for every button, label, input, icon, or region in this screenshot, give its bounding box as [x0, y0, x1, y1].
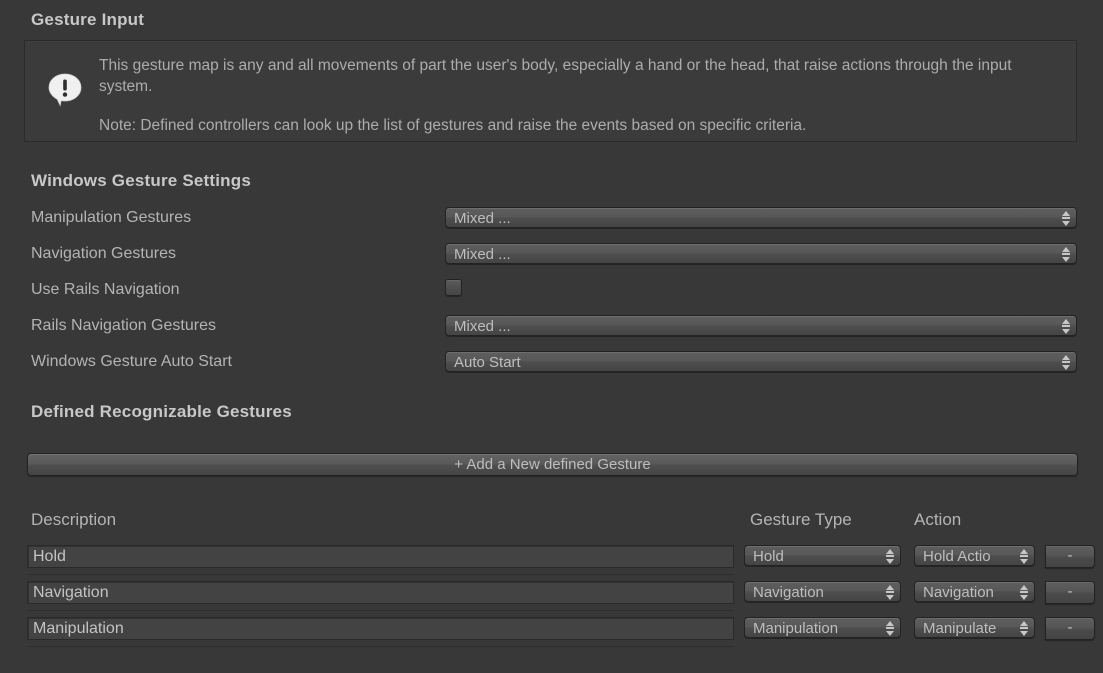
remove-gesture-button[interactable]: - — [1045, 581, 1095, 604]
windows-gesture-auto-start-value: Auto Start — [454, 353, 1056, 372]
defined-gestures-title: Defined Recognizable Gestures — [31, 402, 292, 422]
column-header-gesture-type: Gesture Type — [750, 510, 852, 530]
setting-row-manipulation-gestures: Manipulation Gestures Mixed ... — [31, 207, 1077, 231]
help-paragraph-1: This gesture map is any and all movement… — [99, 55, 1064, 97]
page-title: Gesture Input — [31, 10, 144, 30]
gesture-description-input[interactable]: Hold — [27, 545, 734, 568]
windows-gesture-settings-title: Windows Gesture Settings — [31, 171, 251, 191]
gesture-type-value: Manipulation — [753, 619, 880, 638]
setting-row-navigation-gestures: Navigation Gestures Mixed ... — [31, 243, 1077, 267]
navigation-gestures-dropdown[interactable]: Mixed ... — [445, 243, 1077, 264]
gesture-description-input[interactable]: Manipulation — [27, 617, 734, 640]
gesture-type-value: Hold — [753, 547, 880, 566]
updown-arrows-icon — [886, 585, 895, 600]
column-header-action: Action — [914, 510, 961, 530]
manipulation-gestures-dropdown[interactable]: Mixed ... — [445, 207, 1077, 228]
setting-row-rails-navigation-gestures: Rails Navigation Gestures Mixed ... — [31, 315, 1077, 339]
info-speech-bubble-icon — [47, 72, 83, 108]
updown-arrows-icon — [886, 621, 895, 636]
row-separator — [27, 574, 734, 575]
setting-label-rails-navigation-gestures: Rails Navigation Gestures — [31, 317, 216, 335]
updown-arrows-icon — [1020, 549, 1029, 564]
setting-label-navigation-gestures: Navigation Gestures — [31, 245, 176, 263]
manipulation-gestures-value: Mixed ... — [454, 209, 1056, 228]
gesture-action-dropdown[interactable]: Manipulate — [914, 617, 1035, 638]
rails-navigation-gestures-value: Mixed ... — [454, 317, 1056, 336]
updown-arrows-icon — [1062, 355, 1071, 370]
remove-gesture-button[interactable]: - — [1045, 545, 1095, 568]
add-new-defined-gesture-button[interactable]: + Add a New defined Gesture — [27, 453, 1078, 476]
setting-label-use-rails-navigation: Use Rails Navigation — [31, 281, 180, 299]
gesture-action-value: Navigation — [923, 583, 1014, 602]
rails-navigation-gestures-dropdown[interactable]: Mixed ... — [445, 315, 1077, 336]
navigation-gestures-value: Mixed ... — [454, 245, 1056, 264]
updown-arrows-icon — [1062, 247, 1071, 262]
gesture-action-dropdown[interactable]: Hold Actio — [914, 545, 1035, 566]
setting-label-windows-gesture-auto-start: Windows Gesture Auto Start — [31, 353, 232, 371]
gesture-description-input[interactable]: Navigation — [27, 581, 734, 604]
column-header-description: Description — [31, 510, 116, 530]
updown-arrows-icon — [1062, 319, 1071, 334]
updown-arrows-icon — [1062, 211, 1071, 226]
gesture-type-dropdown[interactable]: Manipulation — [744, 617, 901, 638]
updown-arrows-icon — [1020, 621, 1029, 636]
gesture-type-dropdown[interactable]: Hold — [744, 545, 901, 566]
table-row: Hold Hold Hold Actio - — [0, 541, 1103, 571]
use-rails-navigation-checkbox[interactable] — [445, 279, 462, 296]
updown-arrows-icon — [886, 549, 895, 564]
setting-row-windows-gesture-auto-start: Windows Gesture Auto Start Auto Start — [31, 351, 1077, 375]
windows-gesture-auto-start-dropdown[interactable]: Auto Start — [445, 351, 1077, 372]
help-paragraph-2: Note: Defined controllers can look up th… — [99, 115, 1064, 136]
gesture-type-value: Navigation — [753, 583, 880, 602]
gesture-action-value: Hold Actio — [923, 547, 1014, 566]
table-row: Manipulation Manipulation Manipulate - — [0, 613, 1103, 643]
gesture-action-dropdown[interactable]: Navigation — [914, 581, 1035, 602]
gesture-type-dropdown[interactable]: Navigation — [744, 581, 901, 602]
remove-gesture-button[interactable]: - — [1045, 617, 1095, 640]
row-separator — [27, 646, 734, 647]
setting-label-manipulation-gestures: Manipulation Gestures — [31, 209, 191, 227]
row-separator — [27, 610, 734, 611]
gesture-action-value: Manipulate — [923, 619, 1014, 638]
help-box: This gesture map is any and all movement… — [24, 40, 1077, 142]
updown-arrows-icon — [1020, 585, 1029, 600]
table-row: Navigation Navigation Navigation - — [0, 577, 1103, 607]
setting-row-use-rails-navigation: Use Rails Navigation — [31, 279, 1077, 303]
